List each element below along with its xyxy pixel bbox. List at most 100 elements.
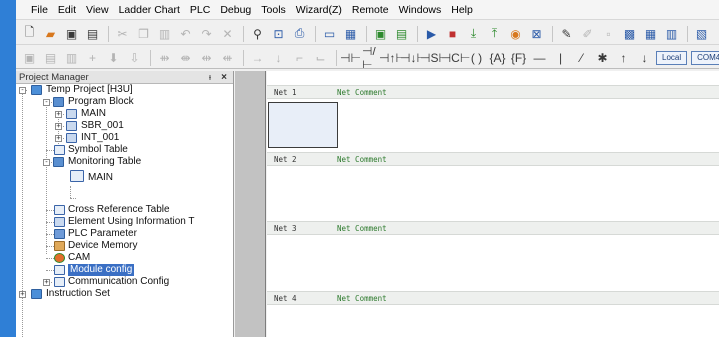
diagonal-icon[interactable]: ⁄ xyxy=(572,49,591,67)
insert-col-icon[interactable]: ⇻ xyxy=(155,49,174,67)
expand-icon[interactable]: + xyxy=(43,279,50,286)
hline-draw-icon[interactable]: — xyxy=(530,49,549,67)
menu-tools[interactable]: Tools xyxy=(256,1,291,19)
stop-icon[interactable]: ■ xyxy=(443,25,462,43)
vline-draw-icon[interactable]: | xyxy=(551,49,570,67)
sfc-view-icon[interactable]: ▥ xyxy=(62,49,81,67)
save-icon[interactable]: ▣ xyxy=(62,25,81,43)
menu-ladder-chart[interactable]: Ladder Chart xyxy=(114,1,185,19)
collapse-icon[interactable]: - xyxy=(43,99,50,106)
merge-col-icon[interactable]: ⇺ xyxy=(218,49,237,67)
insert-down-icon[interactable]: ⬇ xyxy=(104,49,123,67)
menu-edit[interactable]: Edit xyxy=(53,1,81,19)
run-icon[interactable]: ▶ xyxy=(422,25,441,43)
tree-item-module-config[interactable]: Module config xyxy=(16,264,234,276)
tree-item-monitoring-table[interactable]: - Monitoring Table xyxy=(16,156,234,168)
delete-col-icon[interactable]: ⇼ xyxy=(176,49,195,67)
delete-row-icon[interactable]: ⇩ xyxy=(125,49,144,67)
cut-icon[interactable]: ✂ xyxy=(113,25,132,43)
shift-col-icon[interactable]: ⇹ xyxy=(197,49,216,67)
close-icon[interactable]: × xyxy=(219,72,229,83)
coil-icon[interactable]: ( ) xyxy=(467,49,486,67)
expand-icon[interactable]: + xyxy=(19,291,26,298)
menu-file[interactable]: File xyxy=(26,1,53,19)
ladder-view-icon[interactable]: ▣ xyxy=(20,49,39,67)
undo-icon[interactable]: ↶ xyxy=(176,25,195,43)
panel-icon[interactable]: ▦ xyxy=(341,25,360,43)
upload-icon[interactable]: ⤒ xyxy=(485,25,504,43)
net-comment[interactable]: Net Comment xyxy=(337,88,387,97)
print-preview-icon[interactable]: ⊡ xyxy=(269,25,288,43)
no-contact-icon[interactable]: ⊣⊢ xyxy=(340,49,361,67)
net-comment[interactable]: Net Comment xyxy=(337,224,387,233)
expand-icon[interactable]: + xyxy=(55,123,62,130)
branch-icon[interactable]: ⌐ xyxy=(290,49,309,67)
vline-icon[interactable]: ↓ xyxy=(269,49,288,67)
insert-row-icon[interactable]: + xyxy=(83,49,102,67)
collapse-icon[interactable]: - xyxy=(43,159,50,166)
ladder-editor[interactable]: Net 1 Net Comment Net 2 Net Comment Net … xyxy=(267,71,719,337)
tree-item-instruction-set[interactable]: + Instruction Set xyxy=(16,288,234,300)
menu-remote[interactable]: Remote xyxy=(347,1,394,19)
menu-windows[interactable]: Windows xyxy=(394,1,447,19)
selected-ladder-cell[interactable] xyxy=(268,102,338,148)
menu-plc[interactable]: PLC xyxy=(185,1,215,19)
tree-item-program-block[interactable]: - Program Block xyxy=(16,96,234,108)
menu-help[interactable]: Help xyxy=(446,1,478,19)
tree-item-element-using[interactable]: Element Using Information T xyxy=(16,216,234,228)
hline-icon[interactable]: → xyxy=(248,49,267,67)
collapse-icon[interactable]: - xyxy=(19,87,26,94)
net-header[interactable]: Net 1 Net Comment xyxy=(267,85,719,99)
tree-item-cross-reference[interactable]: Cross Reference Table xyxy=(16,204,234,216)
modify-icon[interactable]: ⊠ xyxy=(527,25,546,43)
set-coil-icon[interactable]: {A} xyxy=(488,49,507,67)
tree-item-root[interactable]: - Temp Project [H3U] xyxy=(16,84,234,96)
table-icon[interactable]: ▦ xyxy=(641,25,660,43)
wizard-icon[interactable]: ✎ xyxy=(557,25,576,43)
net-header[interactable]: Net 3 Net Comment xyxy=(267,221,719,235)
il-view-icon[interactable]: ▤ xyxy=(41,49,60,67)
expand-icon[interactable]: + xyxy=(55,111,62,118)
find-icon[interactable]: ⚲ xyxy=(248,25,267,43)
download-icon[interactable]: ⤓ xyxy=(464,25,483,43)
chart-icon[interactable]: ▧ xyxy=(692,25,711,43)
delete-icon[interactable]: ✕ xyxy=(218,25,237,43)
net-header[interactable]: Net 2 Net Comment xyxy=(267,152,719,166)
net-comment[interactable]: Net Comment xyxy=(337,155,387,164)
menu-wizard[interactable]: Wizard(Z) xyxy=(291,1,347,19)
tree-item-communication-config[interactable]: + Communication Config xyxy=(16,276,234,288)
local-button[interactable]: Local xyxy=(656,50,688,65)
print-icon[interactable]: ⎙ xyxy=(290,25,309,43)
compile-icon[interactable]: ▣ xyxy=(371,25,390,43)
up-arrow-icon[interactable]: ↑ xyxy=(614,49,633,67)
redo-icon[interactable]: ↷ xyxy=(197,25,216,43)
grid-icon[interactable]: ▩ xyxy=(620,25,639,43)
tree-item-symbol-table[interactable]: Symbol Table xyxy=(16,144,234,156)
branch-close-icon[interactable]: ⌙ xyxy=(311,49,330,67)
edit-icon[interactable]: ✐ xyxy=(578,25,597,43)
net-comment[interactable]: Net Comment xyxy=(337,294,387,303)
menu-view[interactable]: View xyxy=(81,1,114,19)
window-layout-icon[interactable]: ▭ xyxy=(320,25,339,43)
tree-item-sbr[interactable]: + SBR_001 xyxy=(16,120,234,132)
paste-icon[interactable]: ▥ xyxy=(155,25,174,43)
inverse-contact-icon[interactable]: ⊣C⊢ xyxy=(441,49,471,67)
compile-all-icon[interactable]: ▤ xyxy=(392,25,411,43)
tree-item-plc-parameter[interactable]: PLC Parameter xyxy=(16,228,234,240)
tree-item-main[interactable]: + MAIN xyxy=(16,108,234,120)
cross-icon[interactable]: ✱ xyxy=(593,49,612,67)
down-arrow-icon[interactable]: ↓ xyxy=(635,49,654,67)
tree-item-monitoring-main[interactable]: MAIN xyxy=(16,168,234,186)
com-port-button[interactable]: COM4 xyxy=(691,50,719,65)
view-icon[interactable]: ▥ xyxy=(662,25,681,43)
tree-item-int[interactable]: + INT_001 xyxy=(16,132,234,144)
net-header[interactable]: Net 4 Net Comment xyxy=(267,291,719,305)
monitor-icon[interactable]: ◉ xyxy=(506,25,525,43)
new-file-icon[interactable]: 🗋 xyxy=(20,25,39,43)
tree-item-cam[interactable]: CAM xyxy=(16,252,234,264)
open-folder-icon[interactable]: ▰ xyxy=(41,25,60,43)
save-all-icon[interactable]: ▤ xyxy=(83,25,102,43)
function-icon[interactable]: {F} xyxy=(509,49,528,67)
tree-item-device-memory[interactable]: Device Memory xyxy=(16,240,234,252)
pin-icon[interactable]: ᵻ xyxy=(205,72,215,82)
